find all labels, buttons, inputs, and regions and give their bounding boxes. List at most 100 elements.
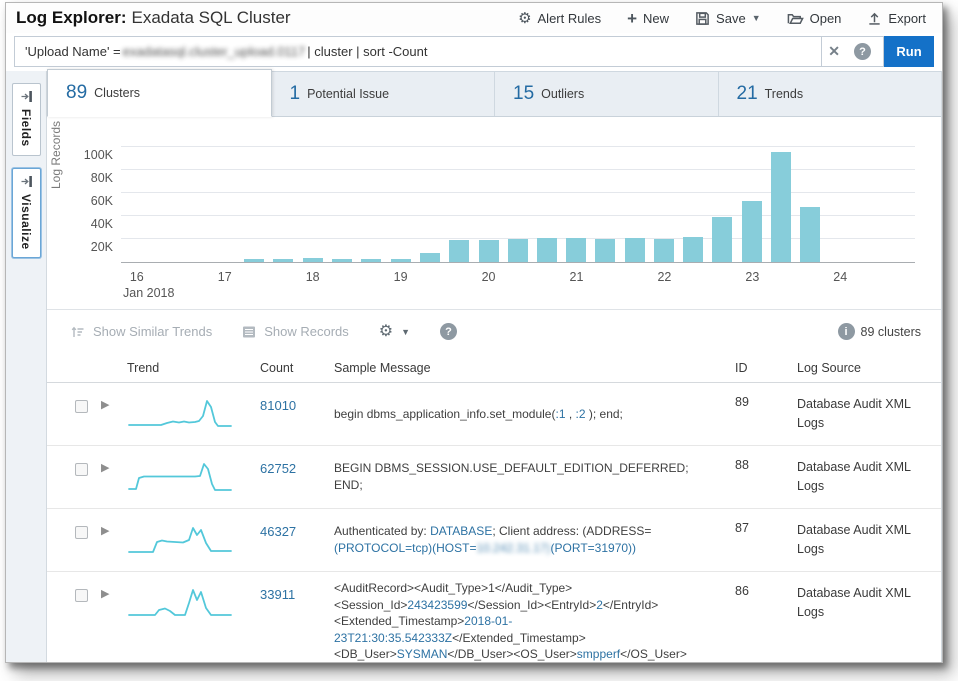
- log-explorer-window: Log Explorer:Exadata SQL Cluster ⚙ Alert…: [5, 2, 943, 663]
- chart-plot[interactable]: 20K40K60K80K100K16Jan 201817181920212223…: [121, 130, 915, 263]
- open-button[interactable]: Open: [787, 11, 842, 26]
- chart-bar[interactable]: [742, 201, 762, 262]
- count-link[interactable]: 33911: [245, 572, 317, 602]
- chart-bar[interactable]: [244, 259, 264, 262]
- chart-bar[interactable]: [273, 259, 293, 262]
- x-axis-tick: 16: [130, 270, 144, 284]
- chevron-down-icon[interactable]: ▼: [752, 13, 761, 23]
- row-checkbox[interactable]: [75, 526, 88, 539]
- sample-message-cell: Authenticated by: DATABASE; Client addre…: [317, 509, 719, 571]
- chart-bar[interactable]: [361, 259, 381, 262]
- body: Fields Visualize 89 Clusters 1 Potential…: [6, 71, 942, 662]
- visualize-panel-tab[interactable]: Visualize: [12, 168, 41, 259]
- y-axis-tick: 20K: [91, 240, 113, 254]
- chart-bar[interactable]: [537, 238, 557, 262]
- save-button[interactable]: Save ▼: [695, 11, 761, 26]
- expand-row-icon[interactable]: ▶: [101, 383, 127, 411]
- x-axis-tick: 19: [394, 270, 408, 284]
- expand-row-icon[interactable]: ▶: [101, 446, 127, 474]
- x-axis-tick: 21: [570, 270, 584, 284]
- chart-bar[interactable]: [654, 239, 674, 262]
- page-title-prefix: Log Explorer:: [16, 8, 127, 27]
- export-icon: [867, 11, 882, 26]
- expand-panel-icon: [20, 90, 33, 103]
- header-expand-spacer: [101, 353, 127, 361]
- chart-bar[interactable]: [712, 217, 732, 262]
- chart-bar[interactable]: [683, 237, 703, 262]
- alert-rules-label: Alert Rules: [538, 11, 602, 26]
- sample-message-cell: begin dbms_application_info.set_module(:…: [317, 383, 719, 445]
- clear-query-icon[interactable]: ✕: [828, 43, 840, 60]
- tab-trends-count: 21: [737, 83, 758, 105]
- run-button[interactable]: Run: [884, 36, 934, 67]
- row-checkbox[interactable]: [75, 400, 88, 413]
- row-id: 89: [719, 383, 777, 409]
- x-axis-tick: 23: [745, 270, 759, 284]
- sample-message-cell: <AuditRecord><Audit_Type>1</Audit_Type><…: [317, 572, 719, 662]
- chart-bar[interactable]: [625, 238, 645, 262]
- tab-potential-issue-label: Potential Issue: [307, 87, 389, 101]
- expand-row-icon[interactable]: ▶: [101, 509, 127, 537]
- column-header-sample-message[interactable]: Sample Message: [317, 353, 719, 375]
- show-records-button[interactable]: Show Records: [242, 324, 349, 339]
- chart-bar[interactable]: [332, 259, 352, 262]
- chart-bar[interactable]: [420, 253, 440, 262]
- options-gear-button[interactable]: ⚙ ▼: [379, 324, 410, 340]
- plus-icon: +: [627, 10, 637, 27]
- count-link[interactable]: 81010: [245, 383, 317, 413]
- chevron-down-icon: ▼: [401, 327, 410, 337]
- tab-potential-issue-count: 1: [290, 83, 301, 105]
- chart-bar[interactable]: [449, 240, 469, 262]
- result-tabs: 89 Clusters 1 Potential Issue 15 Outlier…: [47, 71, 941, 117]
- tab-potential-issue[interactable]: 1 Potential Issue: [272, 71, 496, 116]
- log-source: Database Audit XML Logs: [777, 509, 927, 559]
- search-input[interactable]: 'Upload Name' = exadatasql.cluster_uploa…: [14, 36, 822, 67]
- open-label: Open: [810, 11, 842, 26]
- column-header-log-source[interactable]: Log Source: [777, 353, 927, 375]
- chart-bar[interactable]: [800, 207, 820, 262]
- column-header-count[interactable]: Count: [245, 353, 317, 375]
- alert-rules-button[interactable]: ⚙ Alert Rules: [518, 11, 601, 26]
- fields-tab-label: Fields: [19, 109, 33, 147]
- show-similar-trends-button[interactable]: Show Similar Trends: [71, 324, 212, 339]
- row-checkbox[interactable]: [75, 589, 88, 602]
- save-label: Save: [716, 11, 746, 26]
- chart-bar[interactable]: [479, 240, 499, 262]
- count-link[interactable]: 46327: [245, 509, 317, 539]
- column-header-id[interactable]: ID: [719, 353, 777, 375]
- query-bar: 'Upload Name' = exadatasql.cluster_uploa…: [6, 33, 942, 71]
- cluster-table-body: ▶ 81010 begin dbms_application_info.set_…: [47, 383, 941, 662]
- chart-bar[interactable]: [566, 238, 586, 262]
- page-title: Log Explorer:Exadata SQL Cluster: [16, 8, 291, 28]
- count-link[interactable]: 62752: [245, 446, 317, 476]
- chart-bar[interactable]: [303, 258, 323, 262]
- sample-message: BEGIN DBMS_SESSION.USE_DEFAULT_EDITION_D…: [334, 460, 709, 493]
- new-button[interactable]: + New: [627, 10, 669, 27]
- tab-trends[interactable]: 21 Trends: [719, 71, 942, 116]
- column-header-trend[interactable]: Trend: [127, 353, 245, 375]
- row-checkbox-cell: [61, 572, 101, 602]
- fields-panel-tab[interactable]: Fields: [12, 83, 41, 156]
- help-icon[interactable]: ?: [854, 43, 871, 60]
- export-button[interactable]: Export: [867, 11, 926, 26]
- chart-bar[interactable]: [391, 259, 411, 262]
- chart-bar[interactable]: [771, 152, 791, 262]
- tab-clusters[interactable]: 89 Clusters: [47, 69, 272, 117]
- x-axis-tick: 18: [306, 270, 320, 284]
- open-folder-icon: [787, 11, 804, 26]
- trend-sparkline: [127, 446, 245, 495]
- chart-bar[interactable]: [595, 239, 615, 262]
- trend-sparkline: [127, 383, 245, 432]
- header-actions: ⚙ Alert Rules + New Save ▼ Open Export: [518, 10, 932, 27]
- tab-outliers[interactable]: 15 Outliers: [495, 71, 719, 116]
- row-id: 86: [719, 572, 777, 598]
- show-records-label: Show Records: [264, 324, 349, 339]
- trend-sparkline: [127, 509, 245, 558]
- help-icon[interactable]: ?: [440, 323, 457, 340]
- gear-icon: ⚙: [518, 11, 531, 26]
- row-checkbox[interactable]: [75, 463, 88, 476]
- clusters-count-info: i 89 clusters: [838, 323, 921, 340]
- expand-row-icon[interactable]: ▶: [101, 572, 127, 600]
- chart-bar[interactable]: [508, 239, 528, 262]
- new-label: New: [643, 11, 669, 26]
